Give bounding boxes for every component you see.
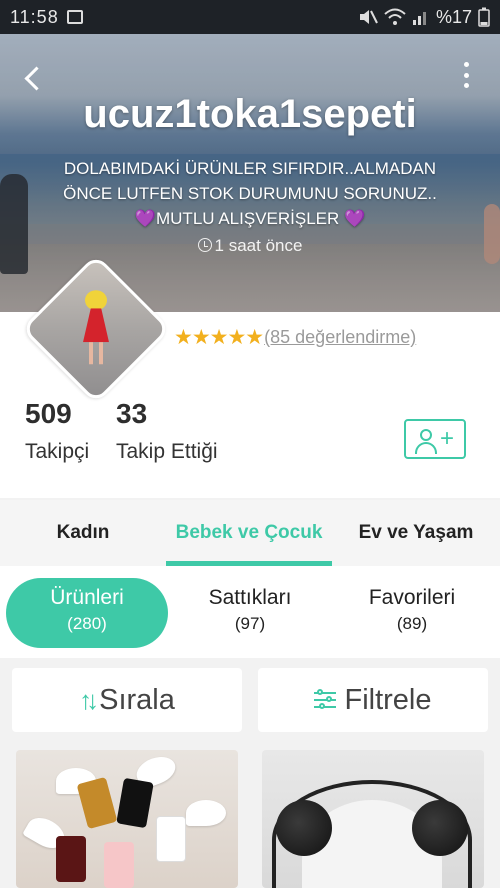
product-grid xyxy=(0,750,500,888)
tab-label: Favorileri xyxy=(368,586,456,609)
product-card[interactable] xyxy=(16,750,238,888)
sort-icon: ↑↓ xyxy=(79,684,99,715)
store-name: ucuz1toka1sepeti xyxy=(83,92,417,136)
battery-icon xyxy=(478,7,490,27)
wifi-icon xyxy=(384,8,406,25)
product-card[interactable] xyxy=(262,750,484,888)
tab-urunleri[interactable]: Ürünleri (280) xyxy=(6,578,168,648)
tab-sattiklari[interactable]: Sattıkları (97) xyxy=(172,578,328,648)
tab-favorileri[interactable]: Favorileri (89) xyxy=(334,578,490,648)
followers-count: 509 xyxy=(25,398,72,429)
following-count: 33 xyxy=(116,398,148,429)
tab-count: (89) xyxy=(396,614,428,633)
image-icon xyxy=(66,10,83,24)
status-time: 11:58 xyxy=(10,6,59,27)
signal-icon xyxy=(412,12,426,25)
tab-count: (97) xyxy=(234,614,266,633)
more-vert-icon[interactable] xyxy=(462,62,470,88)
tab-count: (280) xyxy=(67,614,107,633)
tab-label: Sattıkları xyxy=(208,586,292,609)
add-person-icon[interactable]: + xyxy=(404,419,466,459)
mute-icon xyxy=(359,10,378,24)
followers-label: Takipçi xyxy=(25,440,90,463)
last-seen-text: 1 saat önce xyxy=(214,236,303,255)
filter-label: Filtrele xyxy=(344,683,432,716)
listing-tabs: Ürünleri (280) Sattıkları (97) Favoriler… xyxy=(0,566,500,658)
sort-filter-bar: ↑↓ Sırala Filtrele xyxy=(0,658,500,750)
battery-percent: %17 xyxy=(435,6,472,27)
store-description-line: DOLABIMDAKİ ÜRÜNLER SIFIRDIR..ALMADAN xyxy=(63,159,437,178)
tab-ev-ve-yasam[interactable]: Ev ve Yaşam xyxy=(332,500,500,566)
status-icons: %17 xyxy=(358,7,490,28)
followers-stat[interactable]: 509 Takipçi xyxy=(25,398,89,464)
following-label: Takip Ettiği xyxy=(116,440,218,463)
tab-label: Ürünleri xyxy=(50,586,124,609)
store-rating[interactable]: ★★★★★ (85 değerlendirme) xyxy=(174,325,416,350)
tab-bebek-ve-cocuk[interactable]: Bebek ve Çocuk xyxy=(166,500,332,566)
following-stat[interactable]: 33 Takip Ettiği xyxy=(116,398,218,464)
filter-button[interactable]: Filtrele xyxy=(258,668,488,732)
filter-icon xyxy=(314,689,337,710)
sort-label: Sırala xyxy=(99,683,175,716)
tab-kadin[interactable]: Kadın xyxy=(0,500,166,566)
sort-button[interactable]: ↑↓ Sırala xyxy=(12,668,242,732)
store-description: DOLABIMDAKİ ÜRÜNLER SIFIRDIR..ALMADAN ÖN… xyxy=(20,156,480,231)
star-icon: ★★★★★ xyxy=(174,326,264,349)
status-bar: 11:58 %17 xyxy=(0,0,500,34)
rating-count-link[interactable]: (85 değerlendirme) xyxy=(264,327,416,348)
clock-icon xyxy=(197,238,212,252)
category-tabs: Kadın Bebek ve Çocuk Ev ve Yaşam xyxy=(0,500,500,566)
store-description-line: ÖNCE LUTFEN STOK DURUMUNU SORUNUZ.. xyxy=(63,184,437,203)
last-seen: 1 saat önce xyxy=(0,236,500,256)
store-cover: ucuz1toka1sepeti DOLABIMDAKİ ÜRÜNLER SIF… xyxy=(0,34,500,312)
back-arrow-icon[interactable] xyxy=(22,64,48,94)
store-description-line: 💜MUTLU ALIŞVERİŞLER 💜 xyxy=(134,209,366,228)
